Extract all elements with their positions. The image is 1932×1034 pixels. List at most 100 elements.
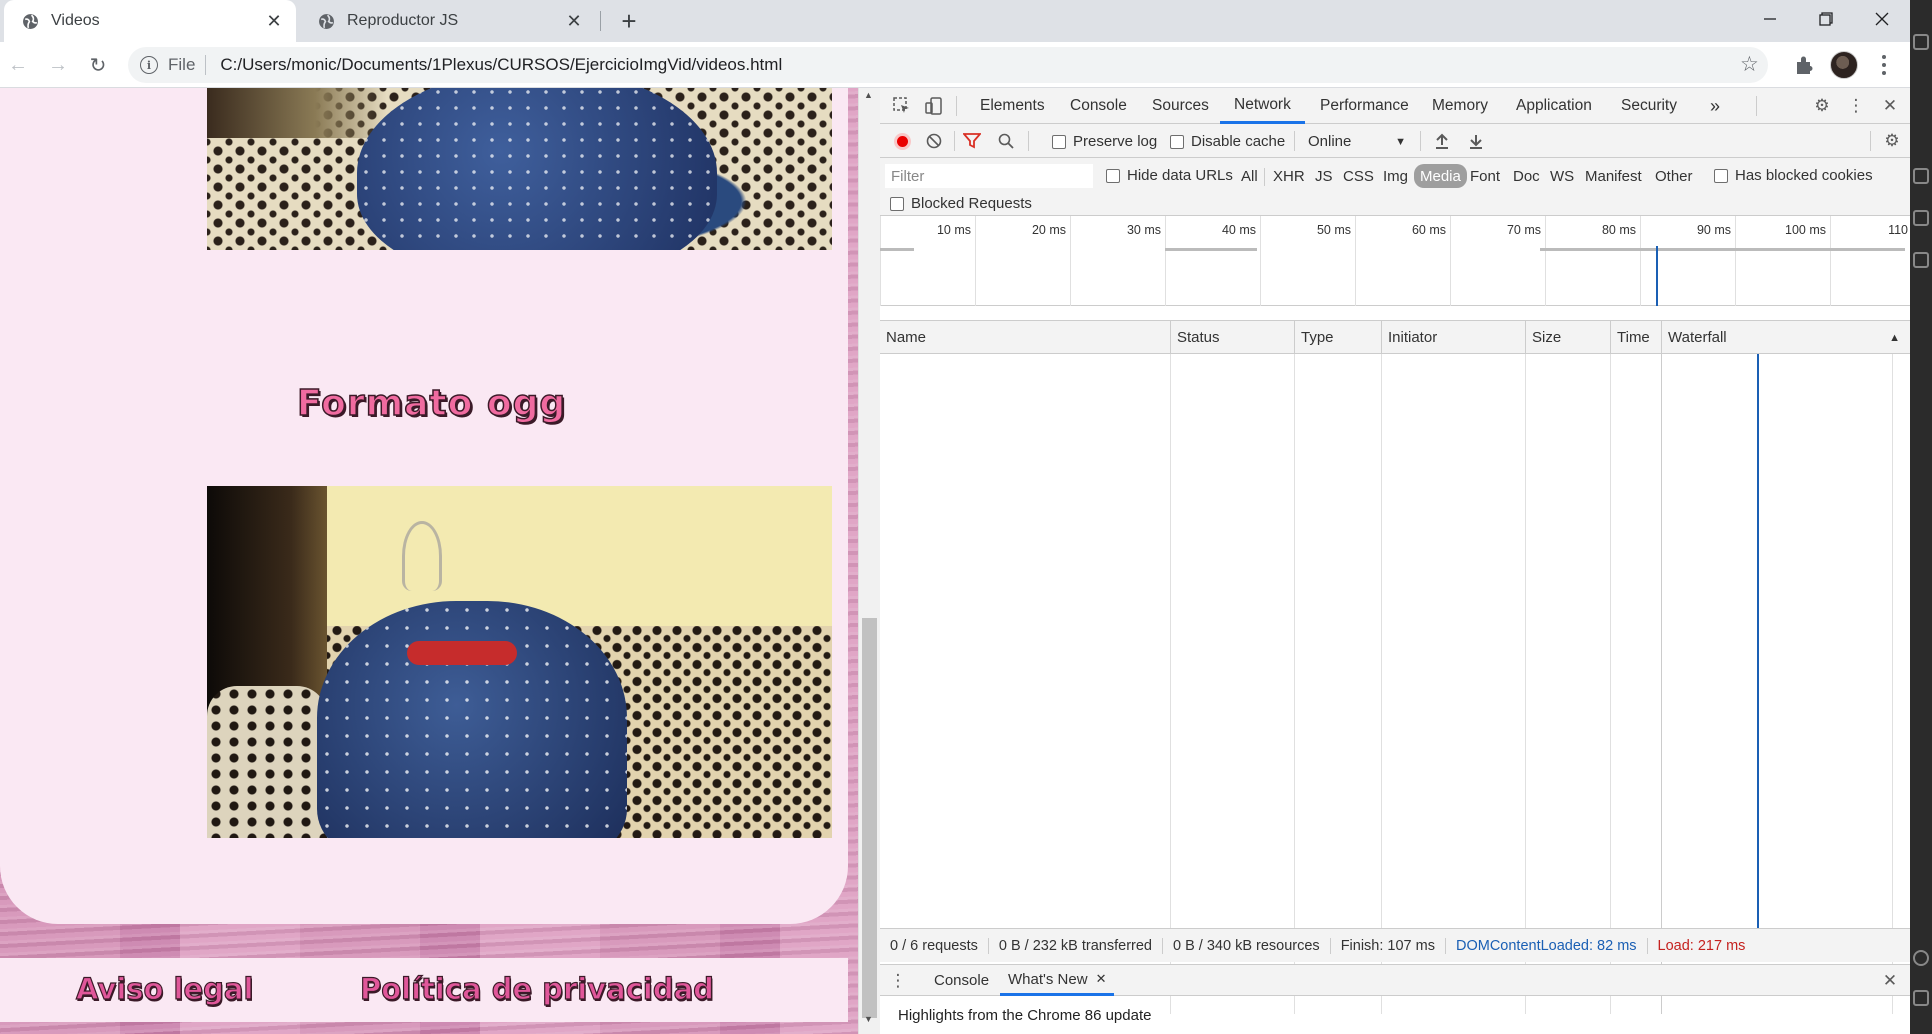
column-waterfall[interactable]: Waterfall ▲ <box>1661 321 1910 354</box>
tab-performance[interactable]: Performance <box>1320 88 1409 124</box>
legal-notice-link[interactable]: Aviso legal <box>75 971 254 1006</box>
address-bar[interactable]: i File C:/Users/monic/Documents/1Plexus/… <box>128 47 1768 83</box>
column-type[interactable]: Type <box>1294 321 1381 354</box>
filter-type-js[interactable]: JS <box>1312 164 1336 188</box>
timeline-tick: 70 ms <box>1450 216 1545 306</box>
export-har-icon[interactable] <box>1464 129 1488 153</box>
minimize-icon <box>1764 18 1776 20</box>
back-button[interactable]: ← <box>2 49 34 81</box>
url-text[interactable]: C:/Users/monic/Documents/1Plexus/CURSOS/… <box>220 55 782 75</box>
side-icon <box>1913 950 1929 966</box>
bookmark-star-icon[interactable]: ☆ <box>1740 52 1759 77</box>
minimize-button[interactable] <box>1742 0 1798 38</box>
tab-network[interactable]: Network <box>1220 88 1305 124</box>
reload-button[interactable]: ↻ <box>82 49 114 81</box>
forward-button[interactable]: → <box>42 49 74 81</box>
tab-elements[interactable]: Elements <box>980 88 1045 124</box>
checkbox-box[interactable] <box>1170 134 1184 149</box>
timeline-tick: 20 ms <box>975 216 1070 306</box>
transferred-size: 0 B / 232 kB transferred <box>989 937 1163 954</box>
tab-memory[interactable]: Memory <box>1432 88 1488 124</box>
devtools-menu-icon[interactable]: ⋮ <box>1844 94 1868 118</box>
column-status[interactable]: Status <box>1170 321 1294 354</box>
video-player-mp4[interactable] <box>207 88 832 250</box>
filter-type-ws[interactable]: WS <box>1547 164 1577 188</box>
disable-cache-label: Disable cache <box>1191 133 1286 150</box>
browser-toolbar: ← → ↻ i File C:/Users/monic/Documents/1P… <box>0 42 1932 88</box>
filter-type-font[interactable]: Font <box>1467 164 1503 188</box>
divider <box>1870 131 1871 151</box>
column-size[interactable]: Size <box>1525 321 1610 354</box>
video-player-ogg[interactable] <box>207 486 832 838</box>
filter-type-doc[interactable]: Doc <box>1510 164 1543 188</box>
checkbox-box[interactable] <box>1052 134 1066 149</box>
drawer-tab-console[interactable]: Console <box>926 965 997 996</box>
timeline-bar <box>880 248 914 251</box>
column-time[interactable]: Time <box>1610 321 1661 354</box>
tab-console[interactable]: Console <box>1070 88 1127 124</box>
filter-type-manifest[interactable]: Manifest <box>1582 164 1645 188</box>
close-icon[interactable]: ✕ <box>564 11 584 31</box>
clear-icon[interactable] <box>922 129 946 153</box>
import-har-icon[interactable] <box>1430 129 1454 153</box>
close-icon[interactable]: ✕ <box>1096 971 1107 987</box>
hide-data-urls-checkbox[interactable]: Hide data URLs <box>1106 167 1233 184</box>
filter-type-media[interactable]: Media <box>1414 164 1467 188</box>
close-devtools-icon[interactable]: ✕ <box>1878 94 1902 118</box>
checkbox-box[interactable] <box>1714 168 1728 183</box>
overview-timeline[interactable]: 10 ms 20 ms 30 ms 40 ms 50 ms 60 ms 70 m… <box>880 216 1910 306</box>
tab-reproductor[interactable]: Reproductor JS ✕ <box>300 0 596 42</box>
inspect-element-icon[interactable] <box>890 94 914 118</box>
has-blocked-cookies-checkbox[interactable]: Has blocked cookies <box>1714 167 1873 184</box>
scroll-up-icon[interactable]: ▲ <box>864 90 873 100</box>
sort-ascending-icon[interactable]: ▲ <box>1889 332 1900 344</box>
scrollbar-thumb[interactable] <box>862 618 877 1018</box>
tab-videos[interactable]: Videos ✕ <box>4 0 296 42</box>
tab-application[interactable]: Application <box>1516 88 1592 124</box>
search-icon[interactable] <box>994 129 1018 153</box>
column-initiator[interactable]: Initiator <box>1381 321 1525 354</box>
extensions-puzzle-icon[interactable] <box>1794 54 1816 76</box>
filter-type-img[interactable]: Img <box>1380 164 1411 188</box>
drawer-tab-whats-new[interactable]: What's New ✕ <box>1000 965 1115 996</box>
device-toolbar-icon[interactable] <box>922 94 946 118</box>
throttling-select[interactable]: Online ▼ <box>1308 133 1406 150</box>
network-settings-icon[interactable]: ⚙ <box>1880 129 1904 153</box>
filter-type-all[interactable]: All <box>1238 164 1261 188</box>
checkbox-box[interactable] <box>890 196 904 211</box>
column-name[interactable]: Name <box>880 321 1170 354</box>
checkbox-box[interactable] <box>1106 168 1120 183</box>
timeline-bar <box>1540 248 1905 251</box>
record-icon[interactable] <box>894 133 911 150</box>
tab-security[interactable]: Security <box>1621 88 1677 124</box>
filter-funnel-icon[interactable] <box>960 129 984 153</box>
filter-type-xhr[interactable]: XHR <box>1270 164 1308 188</box>
privacy-policy-link[interactable]: Política de privacidad <box>359 971 714 1006</box>
tab-sources[interactable]: Sources <box>1152 88 1209 124</box>
drawer-menu-icon[interactable]: ⋮ <box>886 969 910 993</box>
filter-input[interactable]: Filter <box>884 163 1094 189</box>
filter-bar: Filter Hide data URLs All XHR JS CSS Img… <box>880 158 1910 216</box>
tick-label: 50 ms <box>1316 223 1351 237</box>
new-tab-button[interactable]: + <box>614 6 644 36</box>
settings-gear-icon[interactable]: ⚙ <box>1810 94 1834 118</box>
restore-button[interactable] <box>1798 0 1854 38</box>
filter-type-other[interactable]: Other <box>1652 164 1696 188</box>
scroll-down-icon[interactable]: ▼ <box>864 1014 873 1024</box>
preserve-log-checkbox[interactable]: Preserve log <box>1052 133 1157 150</box>
close-drawer-icon[interactable]: ✕ <box>1878 969 1902 993</box>
blocked-requests-checkbox[interactable]: Blocked Requests <box>890 195 1032 212</box>
info-icon[interactable]: i <box>140 56 158 74</box>
profile-avatar[interactable] <box>1830 51 1858 79</box>
video-frame-backpack <box>357 88 717 250</box>
page-scrollbar[interactable]: ▲ ▼ <box>858 88 880 1034</box>
window-close-button[interactable] <box>1854 0 1910 38</box>
filter-type-css[interactable]: CSS <box>1340 164 1377 188</box>
devtools-tab-bar: Elements Console Sources Network Perform… <box>880 88 1910 124</box>
browser-menu-icon[interactable] <box>1874 53 1894 77</box>
load-time: Load: 217 ms <box>1657 937 1746 954</box>
disable-cache-checkbox[interactable]: Disable cache <box>1170 133 1285 150</box>
reload-icon: ↻ <box>89 54 107 77</box>
more-tabs-icon[interactable]: » <box>1710 88 1720 124</box>
close-icon[interactable]: ✕ <box>264 11 284 31</box>
